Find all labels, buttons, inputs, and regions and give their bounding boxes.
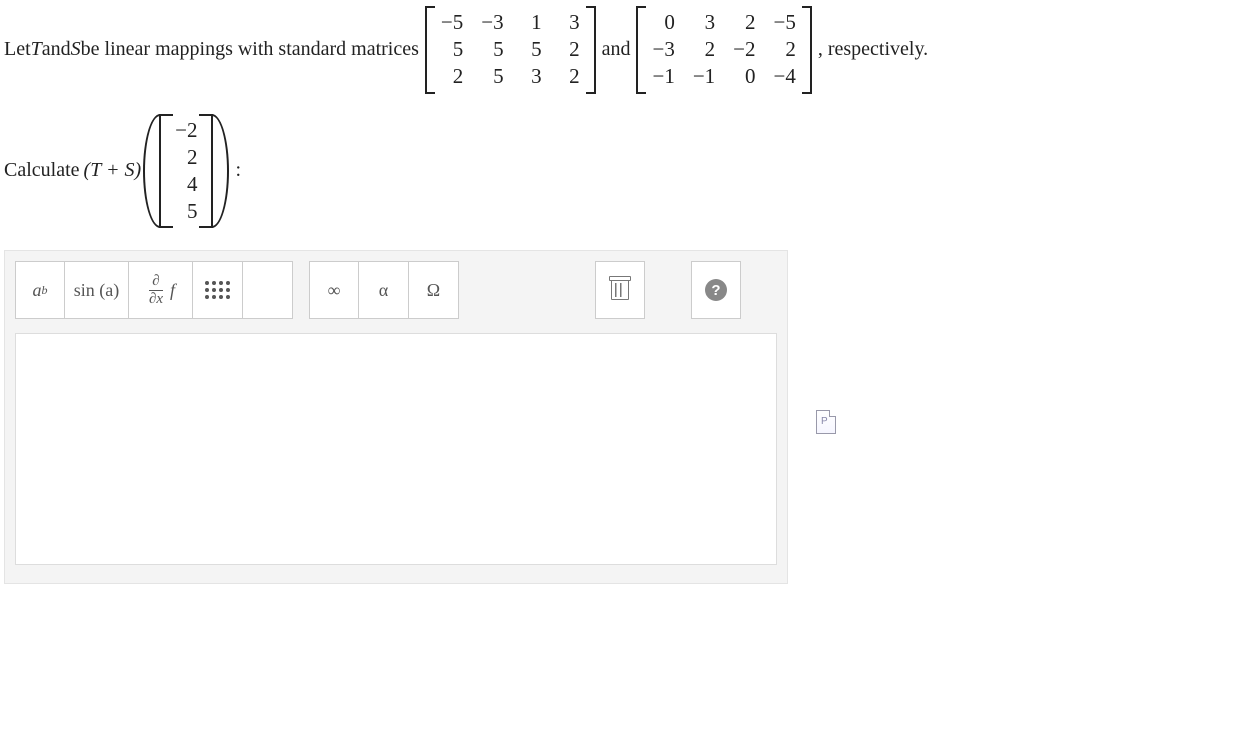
matrix-cell: −1: [693, 64, 715, 89]
editor-toolbar: ab sin (a) ∂ ∂x f: [15, 261, 777, 319]
matrix-cell: 2: [774, 37, 796, 62]
matrix-cell: 3: [560, 10, 580, 35]
matrix-A: −5−31355522532: [425, 6, 596, 94]
matrix-cell: 5: [481, 37, 503, 62]
text-colon: :: [235, 159, 241, 182]
btn-sin[interactable]: sin (a): [65, 261, 129, 319]
vector-argument: −2245: [145, 114, 227, 229]
answer-input[interactable]: [15, 333, 777, 565]
matrix-cell: 3: [522, 64, 542, 89]
alpha-icon: α: [379, 280, 388, 301]
toolbar-group-actions: [595, 261, 645, 319]
matrix-cell: 2: [441, 64, 463, 89]
matrix-cell: −3: [652, 37, 674, 62]
matrix-cell: 5: [522, 37, 542, 62]
text-let: Let: [4, 38, 31, 61]
vector-cell: −2: [175, 118, 197, 143]
btn-superscript[interactable]: ab: [15, 261, 65, 319]
btn-blank[interactable]: [243, 261, 293, 319]
question-line-2: Calculate (T + S) −2245 :: [4, 114, 1238, 229]
matrix-cell: 5: [481, 64, 503, 89]
btn-help[interactable]: ?: [691, 261, 741, 319]
toolbar-group-math: ab sin (a) ∂ ∂x f: [15, 261, 293, 319]
question-text: Let T and S be linear mappings with stan…: [0, 0, 1242, 584]
matrix-cell: 0: [733, 64, 755, 89]
infinity-icon: ∞: [328, 280, 341, 301]
question-line-1: Let T and S be linear mappings with stan…: [4, 6, 1238, 94]
text-respectively: , respectively.: [818, 38, 928, 61]
matrix-cell: 1: [522, 10, 542, 35]
matrix-icon: [205, 281, 230, 299]
matrix-B: 032−5−32−22−1−10−4: [636, 6, 811, 94]
matrix-cell: −1: [652, 64, 674, 89]
btn-trash[interactable]: [595, 261, 645, 319]
text-with-matrices: be linear mappings with standard matrice…: [81, 38, 419, 61]
matrix-cell: −3: [481, 10, 503, 35]
btn-matrix[interactable]: [193, 261, 243, 319]
matrix-cell: −5: [441, 10, 463, 35]
vector-cell: 2: [175, 145, 197, 170]
vector-cell: 5: [175, 199, 197, 224]
omega-icon: Ω: [427, 280, 440, 301]
var-S: S: [71, 38, 81, 61]
expr-T-plus-S: (T + S): [84, 159, 142, 182]
help-icon: ?: [705, 279, 727, 301]
matrix-cell: 5: [441, 37, 463, 62]
var-T: T: [31, 38, 42, 61]
matrix-cell: 2: [560, 37, 580, 62]
matrix-cell: 2: [733, 10, 755, 35]
trash-icon: [611, 280, 629, 300]
text-and-1: and: [42, 38, 71, 61]
btn-omega[interactable]: Ω: [409, 261, 459, 319]
matrix-cell: −2: [733, 37, 755, 62]
vector-cell: 4: [175, 172, 197, 197]
text-calculate: Calculate: [4, 159, 80, 182]
math-editor: ab sin (a) ∂ ∂x f: [4, 250, 788, 584]
matrix-cell: −5: [774, 10, 796, 35]
btn-alpha[interactable]: α: [359, 261, 409, 319]
matrix-cell: 3: [693, 10, 715, 35]
toolbar-group-symbols: ∞ α Ω: [309, 261, 459, 319]
toolbar-group-help: ?: [691, 261, 741, 319]
matrix-cell: 2: [560, 64, 580, 89]
page-icon[interactable]: [816, 410, 836, 434]
text-and-2: and: [602, 38, 631, 61]
btn-derivative[interactable]: ∂ ∂x f: [129, 261, 193, 319]
matrix-cell: 2: [693, 37, 715, 62]
btn-infinity[interactable]: ∞: [309, 261, 359, 319]
matrix-cell: −4: [774, 64, 796, 89]
matrix-cell: 0: [652, 10, 674, 35]
